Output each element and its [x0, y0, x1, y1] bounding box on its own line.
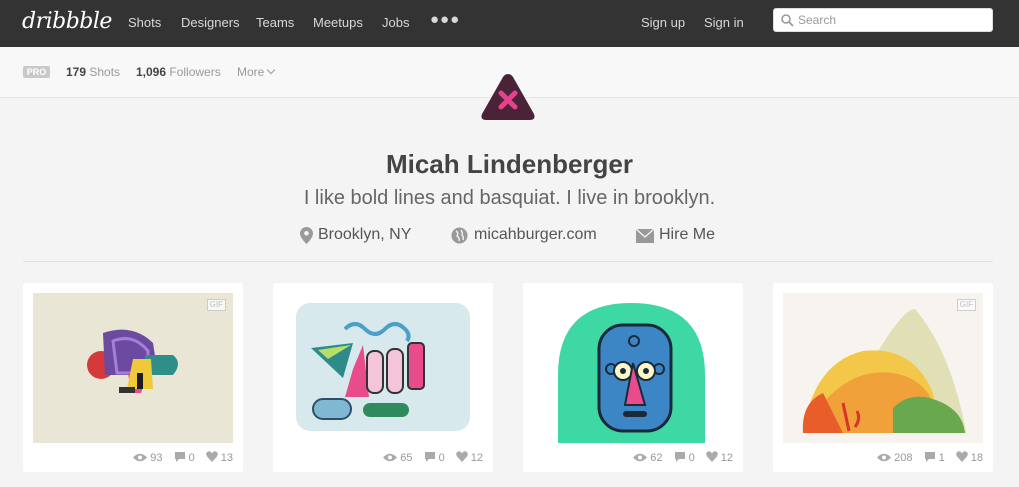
comment-icon — [174, 452, 185, 462]
comments-stat[interactable]: 1 — [924, 451, 945, 464]
website-text[interactable]: micahburger.com — [474, 226, 597, 244]
shot-thumbnail[interactable] — [533, 293, 733, 443]
shots-count-link[interactable]: 179 Shots — [66, 65, 120, 79]
comments-count: 0 — [688, 452, 695, 464]
top-navbar: dribbble Shots Designers Teams Meetups J… — [0, 0, 1019, 47]
shot-stats: 65 0 12 — [375, 451, 483, 464]
shot-card-2[interactable]: 65 0 12 — [273, 283, 493, 472]
likes-stat[interactable]: 12 — [455, 451, 483, 464]
views-stat: 208 — [877, 452, 913, 464]
globe-icon — [451, 227, 468, 244]
shot-thumbnail[interactable] — [283, 293, 483, 443]
likes-count: 12 — [720, 452, 733, 464]
shot-stats: 93 0 13 — [125, 451, 233, 464]
sign-up-link[interactable]: Sign up — [641, 15, 685, 30]
more-dropdown[interactable]: More — [237, 65, 276, 79]
likes-count: 12 — [470, 452, 483, 464]
search-input[interactable] — [798, 11, 986, 29]
likes-stat[interactable]: 12 — [705, 451, 733, 464]
more-dots-icon[interactable]: ●●● — [430, 11, 460, 28]
profile-bio: I like bold lines and basquiat. I live i… — [303, 187, 716, 209]
eye-icon — [383, 453, 398, 462]
views-count: 208 — [894, 452, 913, 464]
likes-count: 18 — [970, 452, 983, 464]
eye-icon — [133, 453, 148, 462]
shot-thumbnail[interactable]: GIF — [33, 293, 233, 443]
views-stat: 93 — [133, 452, 163, 464]
views-count: 93 — [150, 452, 163, 464]
divider — [23, 261, 993, 262]
comment-icon — [424, 452, 435, 462]
mail-icon — [636, 229, 654, 243]
heart-icon — [705, 451, 718, 462]
gif-badge: GIF — [206, 299, 226, 311]
nav-shots[interactable]: Shots — [128, 15, 161, 30]
heart-icon — [955, 451, 968, 462]
comments-count: 1 — [938, 452, 945, 464]
nav-designers[interactable]: Designers — [181, 15, 240, 30]
location-text: Brooklyn, NY — [318, 226, 412, 243]
sign-in-link[interactable]: Sign in — [704, 15, 744, 30]
likes-count: 13 — [220, 452, 233, 464]
views-stat: 65 — [383, 452, 413, 464]
likes-stat[interactable]: 18 — [955, 451, 983, 464]
heart-icon — [205, 451, 218, 462]
followers-count: 1,096 — [136, 65, 167, 79]
comment-icon — [674, 452, 685, 462]
gif-badge: GIF — [956, 299, 976, 311]
avatar[interactable] — [479, 71, 537, 123]
views-count: 65 — [400, 452, 413, 464]
eye-icon — [633, 453, 648, 462]
more-label: More — [237, 65, 265, 79]
search-icon — [781, 14, 794, 27]
likes-stat[interactable]: 13 — [205, 451, 233, 464]
profile-name: Micah Lindenberger — [385, 149, 634, 179]
views-stat: 62 — [633, 452, 663, 464]
followers-label: Followers — [169, 65, 221, 79]
shots-count: 179 — [66, 65, 87, 79]
heart-icon — [455, 451, 468, 462]
views-count: 62 — [650, 452, 663, 464]
shot-card-3[interactable]: 62 0 12 — [523, 283, 743, 472]
shot-card-4[interactable]: GIF 208 1 18 — [773, 283, 993, 472]
dribbble-logo[interactable]: dribbble — [22, 9, 112, 34]
eye-icon — [877, 453, 892, 462]
followers-count-link[interactable]: 1,096 Followers — [136, 65, 221, 79]
shot-stats: 208 1 18 — [869, 451, 983, 464]
shots-label: Shots — [89, 65, 121, 79]
hire-me-text[interactable]: Hire Me — [659, 226, 715, 244]
comment-icon — [924, 452, 935, 462]
comments-count: 0 — [188, 452, 195, 464]
comments-count: 0 — [438, 452, 445, 464]
shot-thumbnail[interactable]: GIF — [783, 293, 983, 443]
chevron-down-icon — [267, 65, 276, 75]
location-pin-icon — [300, 227, 313, 244]
nav-jobs[interactable]: Jobs — [382, 15, 409, 30]
comments-stat[interactable]: 0 — [174, 451, 195, 464]
search-box[interactable] — [773, 8, 993, 32]
nav-meetups[interactable]: Meetups — [313, 15, 363, 30]
comments-stat[interactable]: 0 — [674, 451, 695, 464]
pro-badge: PRO — [23, 66, 50, 78]
comments-stat[interactable]: 0 — [424, 451, 445, 464]
shot-card-1[interactable]: GIF 93 0 13 — [23, 283, 243, 472]
shot-stats: 62 0 12 — [625, 451, 733, 464]
nav-teams[interactable]: Teams — [256, 15, 294, 30]
